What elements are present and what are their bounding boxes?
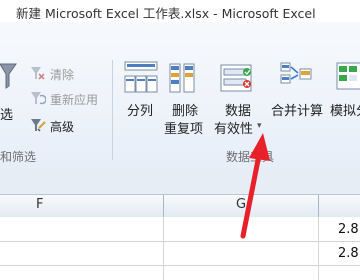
- annotation-arrow-icon: [240, 133, 270, 239]
